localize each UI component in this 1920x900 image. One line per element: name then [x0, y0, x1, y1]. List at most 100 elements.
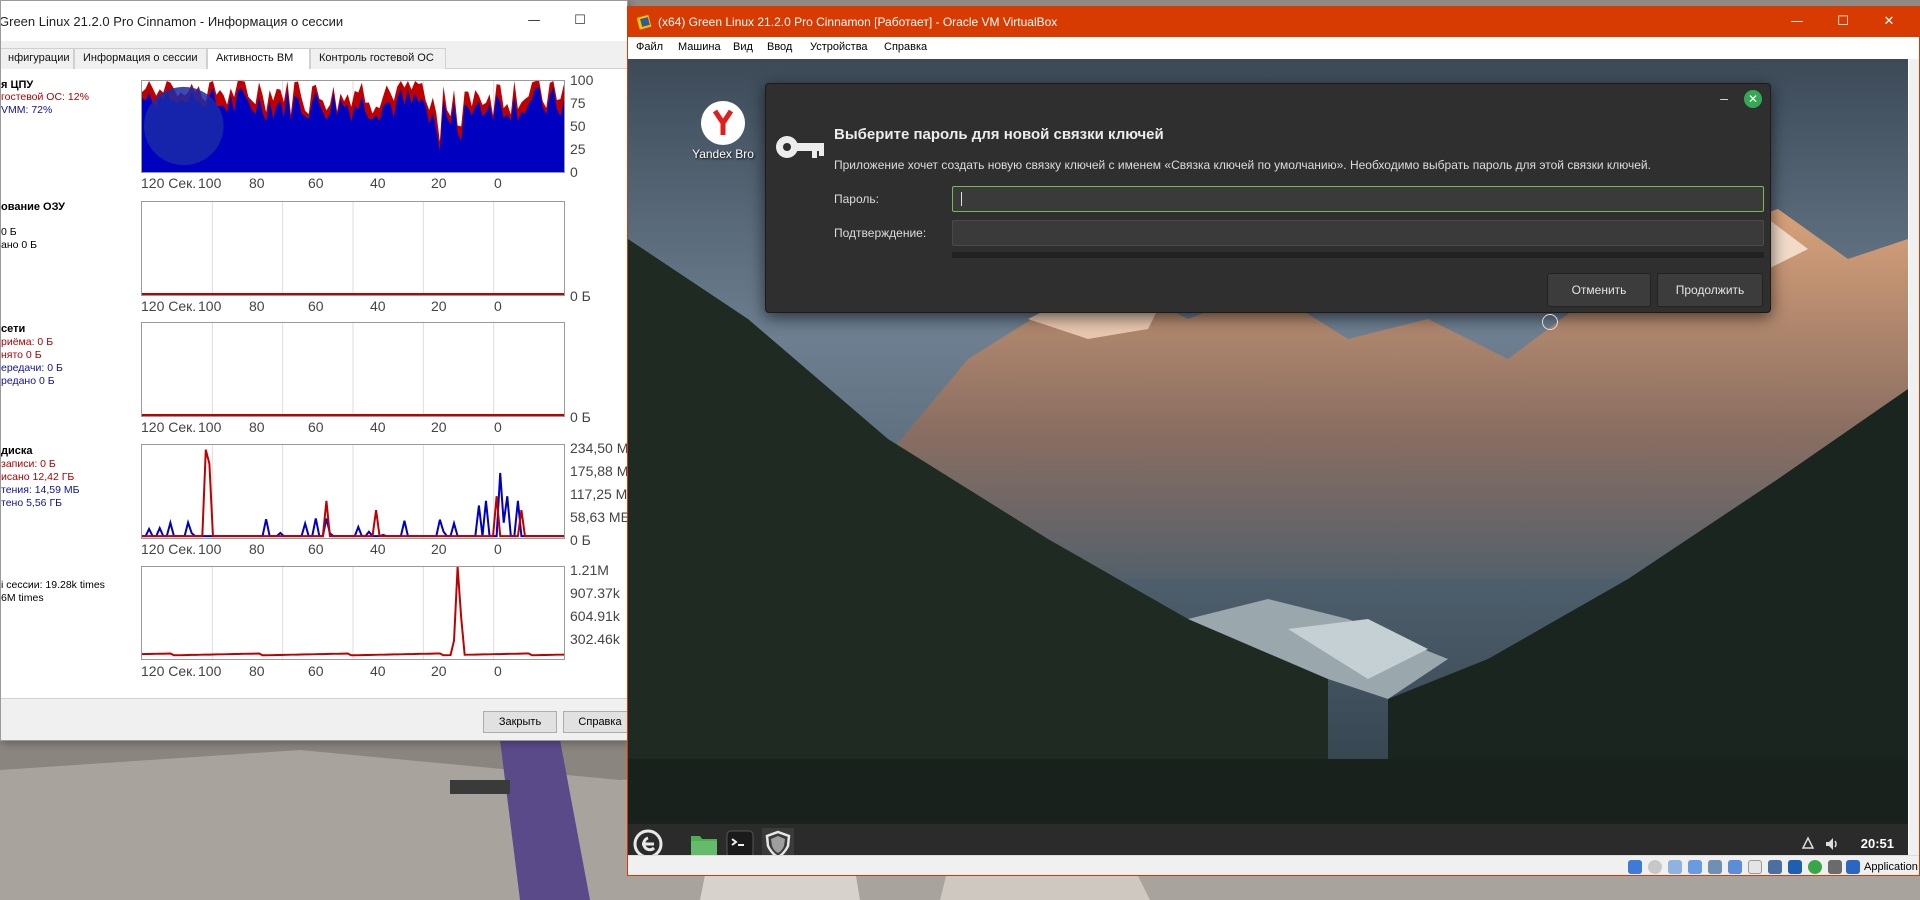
shield-icon[interactable] [762, 828, 794, 855]
virtualbox-logo-icon [637, 14, 652, 30]
password-strength-bar [952, 252, 1764, 258]
terminal-icon[interactable] [724, 828, 756, 855]
vbox-menubar: Файл Машина Вид Ввод Устройства Справка [628, 37, 1919, 59]
x-tick-label: 120 Сек. [141, 541, 197, 557]
net-y-axis: 0 Б [570, 409, 627, 425]
menu-icon[interactable] [632, 828, 664, 855]
menu-view[interactable]: Вид [733, 41, 753, 53]
x-tick-label: 80 [249, 419, 265, 435]
menu-help[interactable]: Справка [884, 41, 927, 53]
session-window-title: Green Linux 21.2.0 Pro Cinnamon - Информ… [0, 13, 344, 29]
menu-input[interactable]: Ввод [767, 41, 792, 53]
vbox-close-button[interactable]: ✕ [1866, 7, 1912, 37]
session-tabs: нфигурации Информация о сессии Активност… [1, 48, 627, 70]
cpu-y-tick: 25 [570, 141, 586, 157]
menu-devices[interactable]: Устройства [810, 41, 868, 53]
session-maximize-button[interactable]: ☐ [557, 7, 603, 35]
x-tick-label: 80 [249, 175, 265, 191]
confirm-password-field[interactable] [952, 220, 1764, 246]
ram-chart [141, 201, 565, 296]
menu-machine[interactable]: Машина [678, 41, 721, 53]
help-button[interactable]: Справка [563, 711, 627, 733]
x-tick-label: 20 [431, 298, 447, 314]
x-tick-label: 20 [431, 419, 447, 435]
x-tick-label: 0 [494, 175, 502, 191]
vertical-scrollbar[interactable] [1909, 59, 1919, 855]
cpu-y-tick: 100 [570, 72, 594, 88]
disk-y-tick: 0 Б [570, 532, 591, 548]
disk-legend-read-rate: тения: 14,59 МБ [1, 484, 80, 496]
host-key-label: Application [1864, 861, 1918, 873]
cpu-y-axis: 100 75 50 25 0 [570, 72, 627, 180]
net-legend-rx-rate: риёма: 0 Б [1, 336, 54, 348]
optical-drive-icon[interactable] [1648, 860, 1662, 874]
x-tick-label: 0 [494, 419, 502, 435]
exits-y-tick: 1.21M [570, 562, 609, 578]
guest-screen[interactable]: Yandex Bro – ✕ Выберите пароль для новой… [628, 59, 1908, 855]
disk-legend-write-total: исано 12,42 ГБ [1, 471, 75, 483]
tab-session-info[interactable]: Информация о сессии [74, 48, 207, 69]
vbox-minimize-button[interactable]: — [1774, 7, 1820, 37]
x-tick-label: 20 [431, 175, 447, 191]
x-tick-label: 120 Сек. [141, 175, 197, 191]
mouse-integration-icon[interactable] [1808, 860, 1822, 874]
x-tick-label: 100 [198, 175, 222, 191]
x-tick-label: 60 [308, 663, 324, 679]
net-y-tick: 0 Б [570, 409, 591, 425]
cancel-button[interactable]: Отменить [1547, 273, 1651, 307]
disk-y-tick: 175,88 М [570, 463, 628, 479]
x-tick-label: 40 [370, 419, 386, 435]
dialog-minimize-button[interactable]: – [1720, 90, 1728, 106]
shared-folders-icon[interactable] [1728, 860, 1742, 874]
recording-icon[interactable] [1768, 860, 1782, 874]
session-minimize-button[interactable]: — [511, 7, 557, 35]
exits-x-axis: 120 Сек. 100 80 60 40 20 0 [141, 663, 571, 679]
x-tick-label: 80 [249, 663, 265, 679]
host-key-icon[interactable] [1846, 860, 1860, 874]
net-legend-tx-rate: ередачи: 0 Б [1, 362, 63, 374]
network-icon[interactable] [1800, 836, 1816, 852]
ram-y-axis: 0 Б [570, 288, 627, 304]
file-manager-icon[interactable] [688, 828, 720, 855]
disk-legend-read-total: тено 5,56 ГБ [1, 497, 63, 509]
hdd-icon[interactable] [1628, 860, 1642, 874]
tab-guest-control[interactable]: Контроль гостевой ОС [310, 48, 446, 69]
cpu-x-axis: 120 Сек. 100 80 60 40 20 0 [141, 175, 571, 191]
cpu-title: я ЦПУ [1, 79, 34, 91]
disk-y-tick: 58,63 МБ [570, 509, 628, 525]
vbox-maximize-button[interactable]: ☐ [1820, 7, 1866, 37]
keyboard-icon[interactable] [1828, 860, 1842, 874]
panel-clock[interactable]: 20:51 [1861, 836, 1894, 851]
x-tick-label: 60 [308, 541, 324, 557]
x-tick-label: 80 [249, 298, 265, 314]
x-tick-label: 0 [494, 298, 502, 314]
tab-vm-activity[interactable]: Активность ВМ [207, 48, 310, 70]
password-field[interactable] [952, 186, 1764, 212]
cpu-y-tick: 50 [570, 118, 586, 134]
network-adapter-icon[interactable] [1688, 860, 1702, 874]
dialog-close-button[interactable]: ✕ [1744, 90, 1762, 108]
yandex-browser-shortcut[interactable]: Yandex Bro [688, 101, 758, 161]
disk-chart [141, 444, 565, 539]
volume-icon[interactable] [1824, 836, 1840, 852]
continue-button[interactable]: Продолжить [1657, 273, 1763, 307]
exits-y-tick: 604.91k [570, 608, 620, 624]
menu-file[interactable]: Файл [636, 41, 663, 53]
exits-legend-total: 6M times [1, 592, 44, 604]
display-icon[interactable] [1748, 860, 1762, 874]
cpu-gauge-overlay [143, 86, 224, 166]
disk-title: диска [1, 445, 33, 457]
tab-configuration[interactable]: нфигурации [1, 48, 74, 69]
close-button[interactable]: Закрыть [483, 711, 557, 733]
vbox-titlebar[interactable]: (x64) Green Linux 21.2.0 Pro Cinnamon [Р… [628, 7, 1919, 37]
key-icon [776, 136, 824, 158]
x-tick-label: 40 [370, 298, 386, 314]
virtualbox-window: (x64) Green Linux 21.2.0 Pro Cinnamon [Р… [627, 6, 1920, 876]
x-tick-label: 120 Сек. [141, 298, 197, 314]
audio-icon[interactable] [1668, 860, 1682, 874]
usb-icon[interactable] [1708, 860, 1722, 874]
exits-legend-session: і сессии: 19.28k times [1, 579, 105, 591]
cpu-icon[interactable] [1788, 860, 1802, 874]
exits-y-axis: 1.21M 907.37k 604.91k 302.46k [570, 562, 627, 654]
x-tick-label: 60 [308, 175, 324, 191]
